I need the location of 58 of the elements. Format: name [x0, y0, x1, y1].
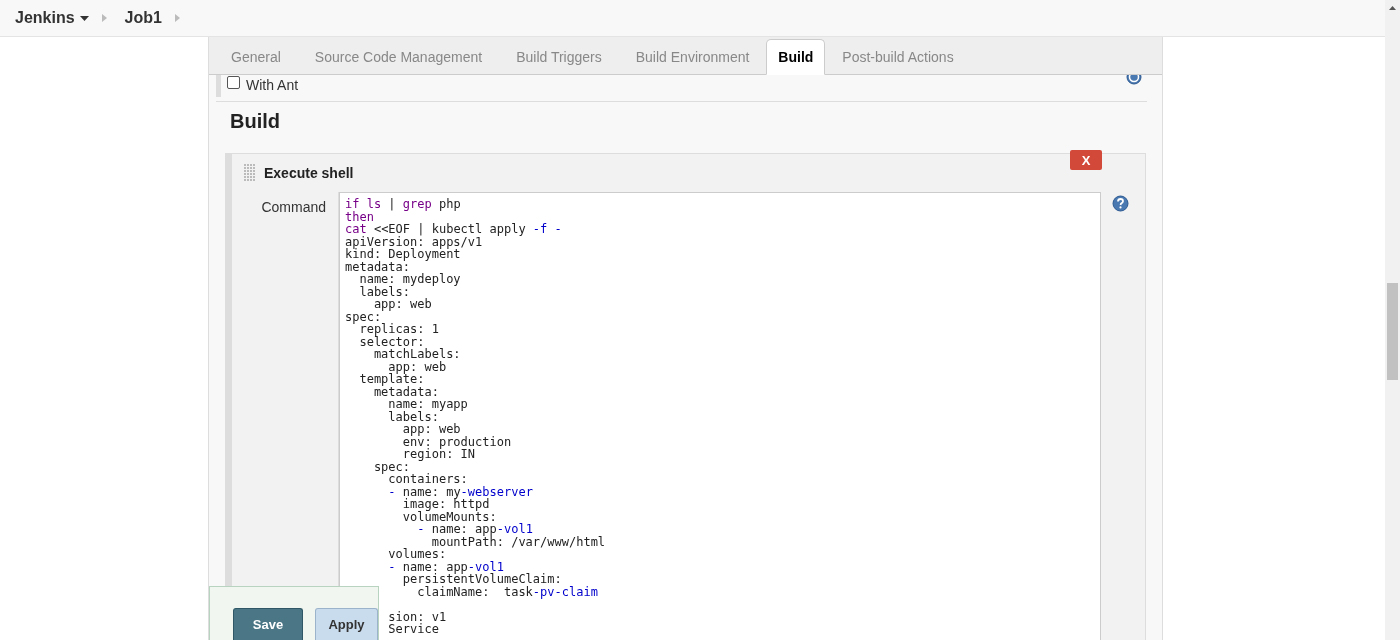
code-line: app: web [388, 360, 448, 373]
section-heading: Build [230, 110, 281, 133]
code-line: app: web [372, 298, 433, 311]
scrollbar-thumb[interactable] [1387, 283, 1398, 380]
delete-button[interactable]: X [1070, 150, 1102, 170]
caret-icon [79, 15, 89, 21]
code-line: replicas: 1 [359, 323, 440, 336]
code-line: - name: app-vol1 [387, 560, 504, 573]
code-line: spec: [372, 460, 411, 473]
scrollbar[interactable] [1385, 0, 1400, 640]
form-button[interactable]: Apply [314, 608, 378, 640]
chevron-icon [101, 14, 107, 22]
code-line: cat <<EOF | kubectl apply -f - [345, 223, 563, 236]
help-icon[interactable] [1112, 195, 1129, 212]
tab[interactable]: Build Environment [618, 39, 767, 75]
code-line: labels: [387, 410, 439, 423]
code-line: env: production [401, 435, 513, 448]
breadcrumb-link[interactable]: Jenkins [15, 9, 89, 27]
code-line: claimName: task-pv-claim [417, 585, 599, 598]
step-title: Execute shell [264, 165, 354, 181]
code-line: if ls | grep php [345, 198, 462, 211]
code-line: mountPath: /var/www/html [431, 535, 607, 548]
code-line: template: [358, 373, 425, 386]
code-line: region: IN [401, 448, 476, 461]
code-line: metadata: [373, 385, 440, 398]
scroll-up-icon[interactable] [1389, 6, 1396, 10]
tab[interactable]: Build Triggers [499, 39, 619, 75]
code-line: spec: [345, 310, 382, 323]
code-line: containers: [388, 473, 469, 486]
tab[interactable]: General [214, 39, 298, 75]
code-line: name: mydeploy [358, 273, 462, 286]
breadcrumb-link[interactable]: Job1 [124, 9, 162, 27]
code-line: volumes: [387, 548, 448, 561]
code-line: matchLabels: [372, 348, 462, 361]
form-button[interactable]: Save [233, 608, 303, 640]
section-bar [216, 75, 221, 97]
tab[interactable]: Build [766, 39, 826, 75]
code-line: selector: [358, 335, 425, 348]
chevron-icon [174, 14, 180, 22]
code-line: sion: v1 [387, 610, 448, 623]
tab[interactable]: Source Code Management [297, 39, 500, 75]
code-line: labels: [358, 285, 411, 298]
code-line: - name: app-vol1 [416, 523, 533, 536]
code-line: - name: my-webserver [387, 485, 534, 498]
code-line: app: web [401, 423, 462, 436]
code-line: then [345, 210, 375, 223]
code-line: kind: Deployment [345, 248, 461, 261]
code-line: volumeMounts: [401, 510, 498, 523]
drag-handle-icon[interactable] [244, 164, 256, 182]
code-line: persistentVolumeClaim: [401, 573, 562, 586]
code-line: image: httpd [401, 498, 490, 511]
code-line: apiVersion: apps/v1 [345, 235, 484, 248]
code-line: metadata: [345, 260, 411, 273]
tab[interactable]: Post-build Actions [825, 39, 971, 75]
code-line: name: myapp [387, 398, 469, 411]
help-icon[interactable] [1126, 75, 1142, 85]
checkbox[interactable] [227, 76, 240, 89]
option-label: With Ant [246, 77, 299, 93]
